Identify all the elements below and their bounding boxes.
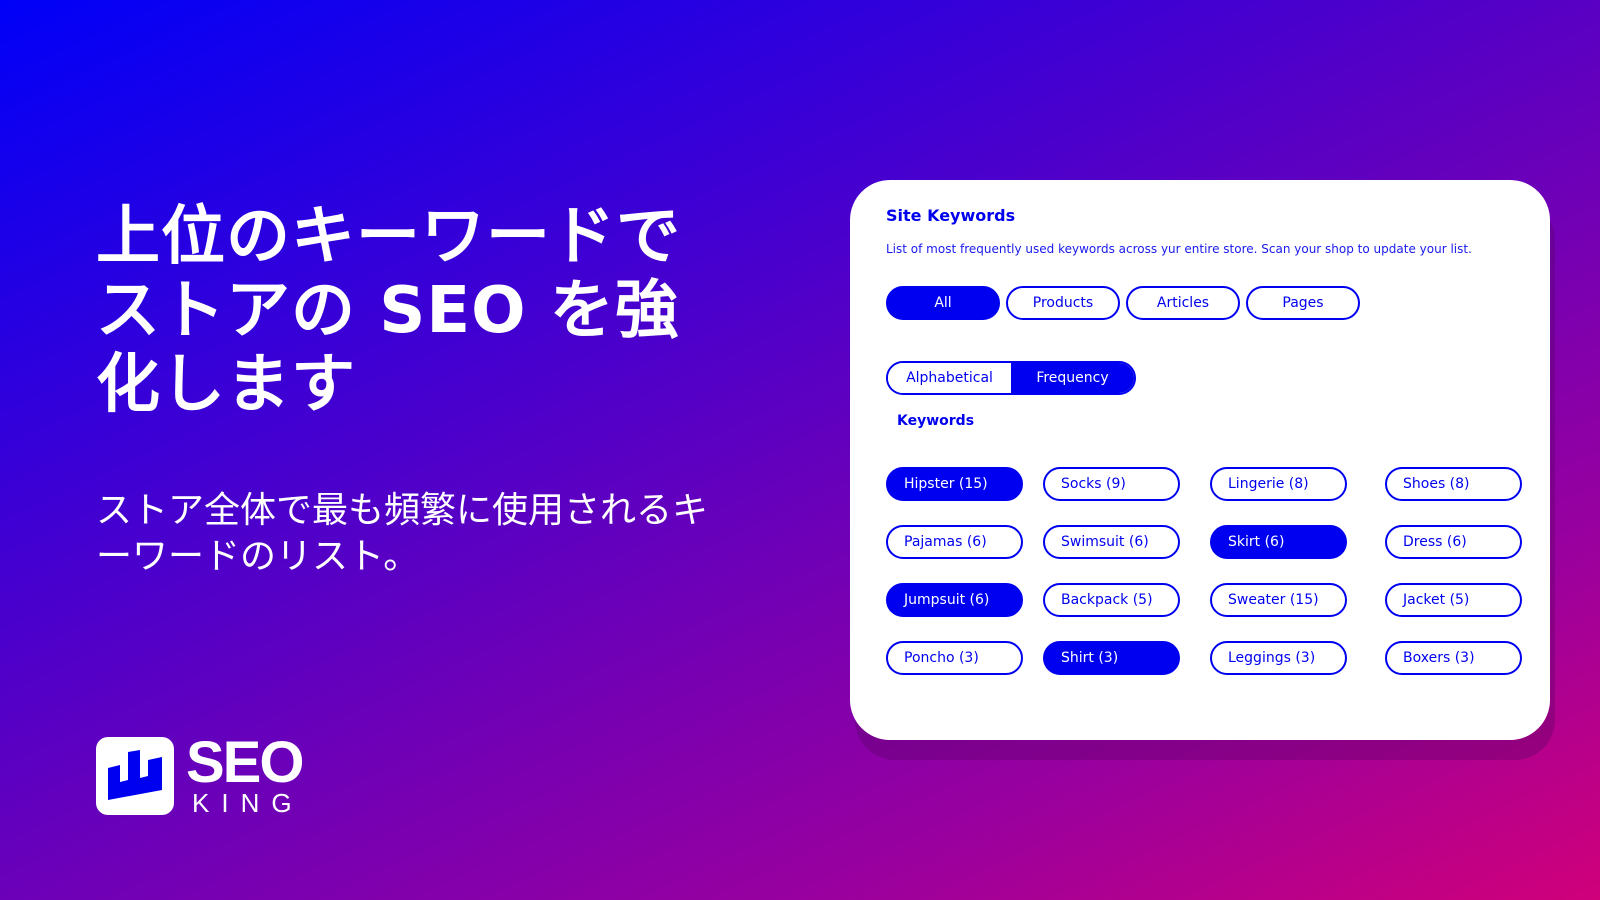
tab-products[interactable]: Products	[1006, 286, 1120, 320]
keywords-heading: Keywords	[897, 413, 975, 429]
seo-king-logo: SEO KING	[96, 730, 304, 818]
tab-articles[interactable]: Articles	[1126, 286, 1240, 320]
content-type-tabs: All Products Articles Pages	[886, 286, 1360, 320]
logo-primary-text: SEO	[186, 730, 304, 795]
keyword-chip[interactable]: Lingerie (8)	[1210, 467, 1347, 501]
keyword-chip[interactable]: Hipster (15)	[886, 467, 1023, 501]
keyword-chip[interactable]: Poncho (3)	[886, 641, 1023, 675]
tab-all[interactable]: All	[886, 286, 1000, 320]
keyword-chip[interactable]: Leggings (3)	[1210, 641, 1347, 675]
card-title: Site Keywords	[886, 206, 1016, 225]
keyword-chip[interactable]: Backpack (5)	[1043, 583, 1180, 617]
keyword-chip[interactable]: Shirt (3)	[1043, 641, 1180, 675]
sort-frequency[interactable]: Frequency	[1011, 363, 1134, 393]
keyword-chip[interactable]: Pajamas (6)	[886, 525, 1023, 559]
castle-chart-icon	[96, 737, 174, 815]
keyword-chip[interactable]: Boxers (3)	[1385, 641, 1522, 675]
sort-alphabetical[interactable]: Alphabetical	[888, 363, 1011, 393]
keyword-chip[interactable]: Socks (9)	[1043, 467, 1180, 501]
keyword-chip[interactable]: Jacket (5)	[1385, 583, 1522, 617]
logo-secondary-text: KING	[192, 788, 304, 818]
logo-wordmark: SEO KING	[186, 730, 304, 818]
keyword-list: Hipster (15) Socks (9) Lingerie (8) Shoe…	[886, 467, 1522, 675]
hero-subtitle: ストア全体で最も頻繁に使用されるキーワードのリスト。	[96, 490, 709, 577]
keyword-chip[interactable]: Sweater (15)	[1210, 583, 1347, 617]
sort-toggle: Alphabetical Frequency	[886, 361, 1136, 395]
keyword-chip[interactable]: Skirt (6)	[1210, 525, 1347, 559]
site-keywords-card: Site Keywords List of most frequently us…	[850, 180, 1550, 740]
keyword-chip[interactable]: Swimsuit (6)	[1043, 525, 1180, 559]
keyword-chip[interactable]: Jumpsuit (6)	[886, 583, 1023, 617]
hero-title: 上位のキーワードでストアの SEO を強化します	[96, 200, 681, 422]
keyword-chip[interactable]: Dress (6)	[1385, 525, 1522, 559]
card-description: List of most frequently used keywords ac…	[886, 242, 1472, 256]
tab-pages[interactable]: Pages	[1246, 286, 1360, 320]
keyword-chip[interactable]: Shoes (8)	[1385, 467, 1522, 501]
